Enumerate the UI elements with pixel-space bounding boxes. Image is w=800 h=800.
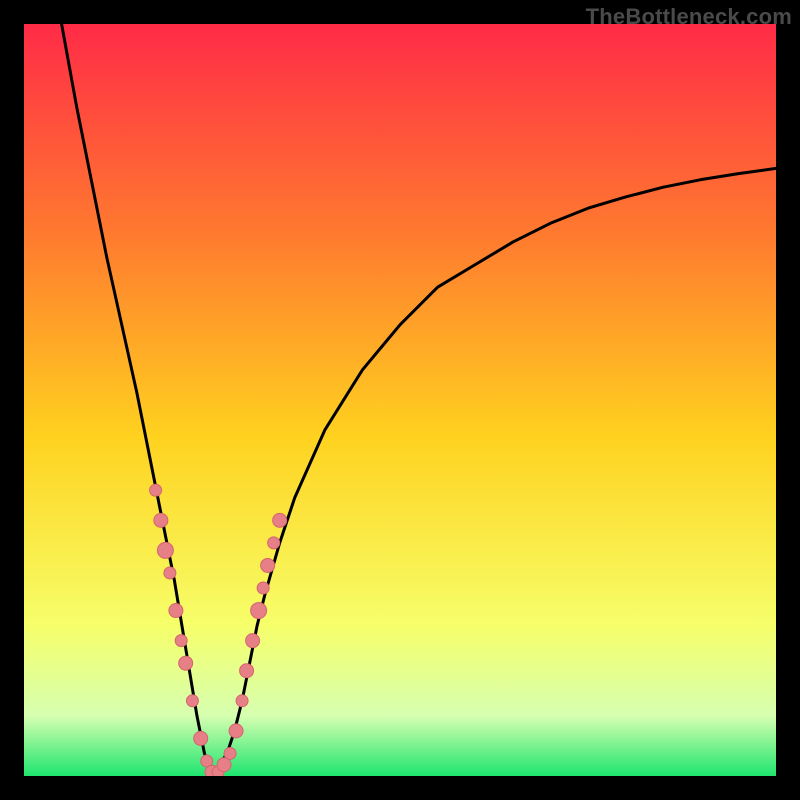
data-marker	[246, 634, 260, 648]
data-marker	[229, 724, 243, 738]
data-marker	[261, 558, 275, 572]
data-marker	[169, 604, 183, 618]
watermark-text: TheBottleneck.com	[586, 4, 792, 30]
data-marker	[224, 747, 236, 759]
data-marker	[194, 731, 208, 745]
data-marker	[186, 695, 198, 707]
data-marker	[179, 656, 193, 670]
data-marker	[154, 513, 168, 527]
data-marker	[257, 582, 269, 594]
data-marker	[175, 635, 187, 647]
data-marker	[240, 664, 254, 678]
data-marker	[251, 603, 267, 619]
data-marker	[268, 537, 280, 549]
bottleneck-chart	[24, 24, 776, 776]
chart-frame	[24, 24, 776, 776]
data-marker	[273, 513, 287, 527]
data-marker	[157, 542, 173, 558]
data-marker	[236, 695, 248, 707]
data-marker	[150, 484, 162, 496]
data-marker	[164, 567, 176, 579]
